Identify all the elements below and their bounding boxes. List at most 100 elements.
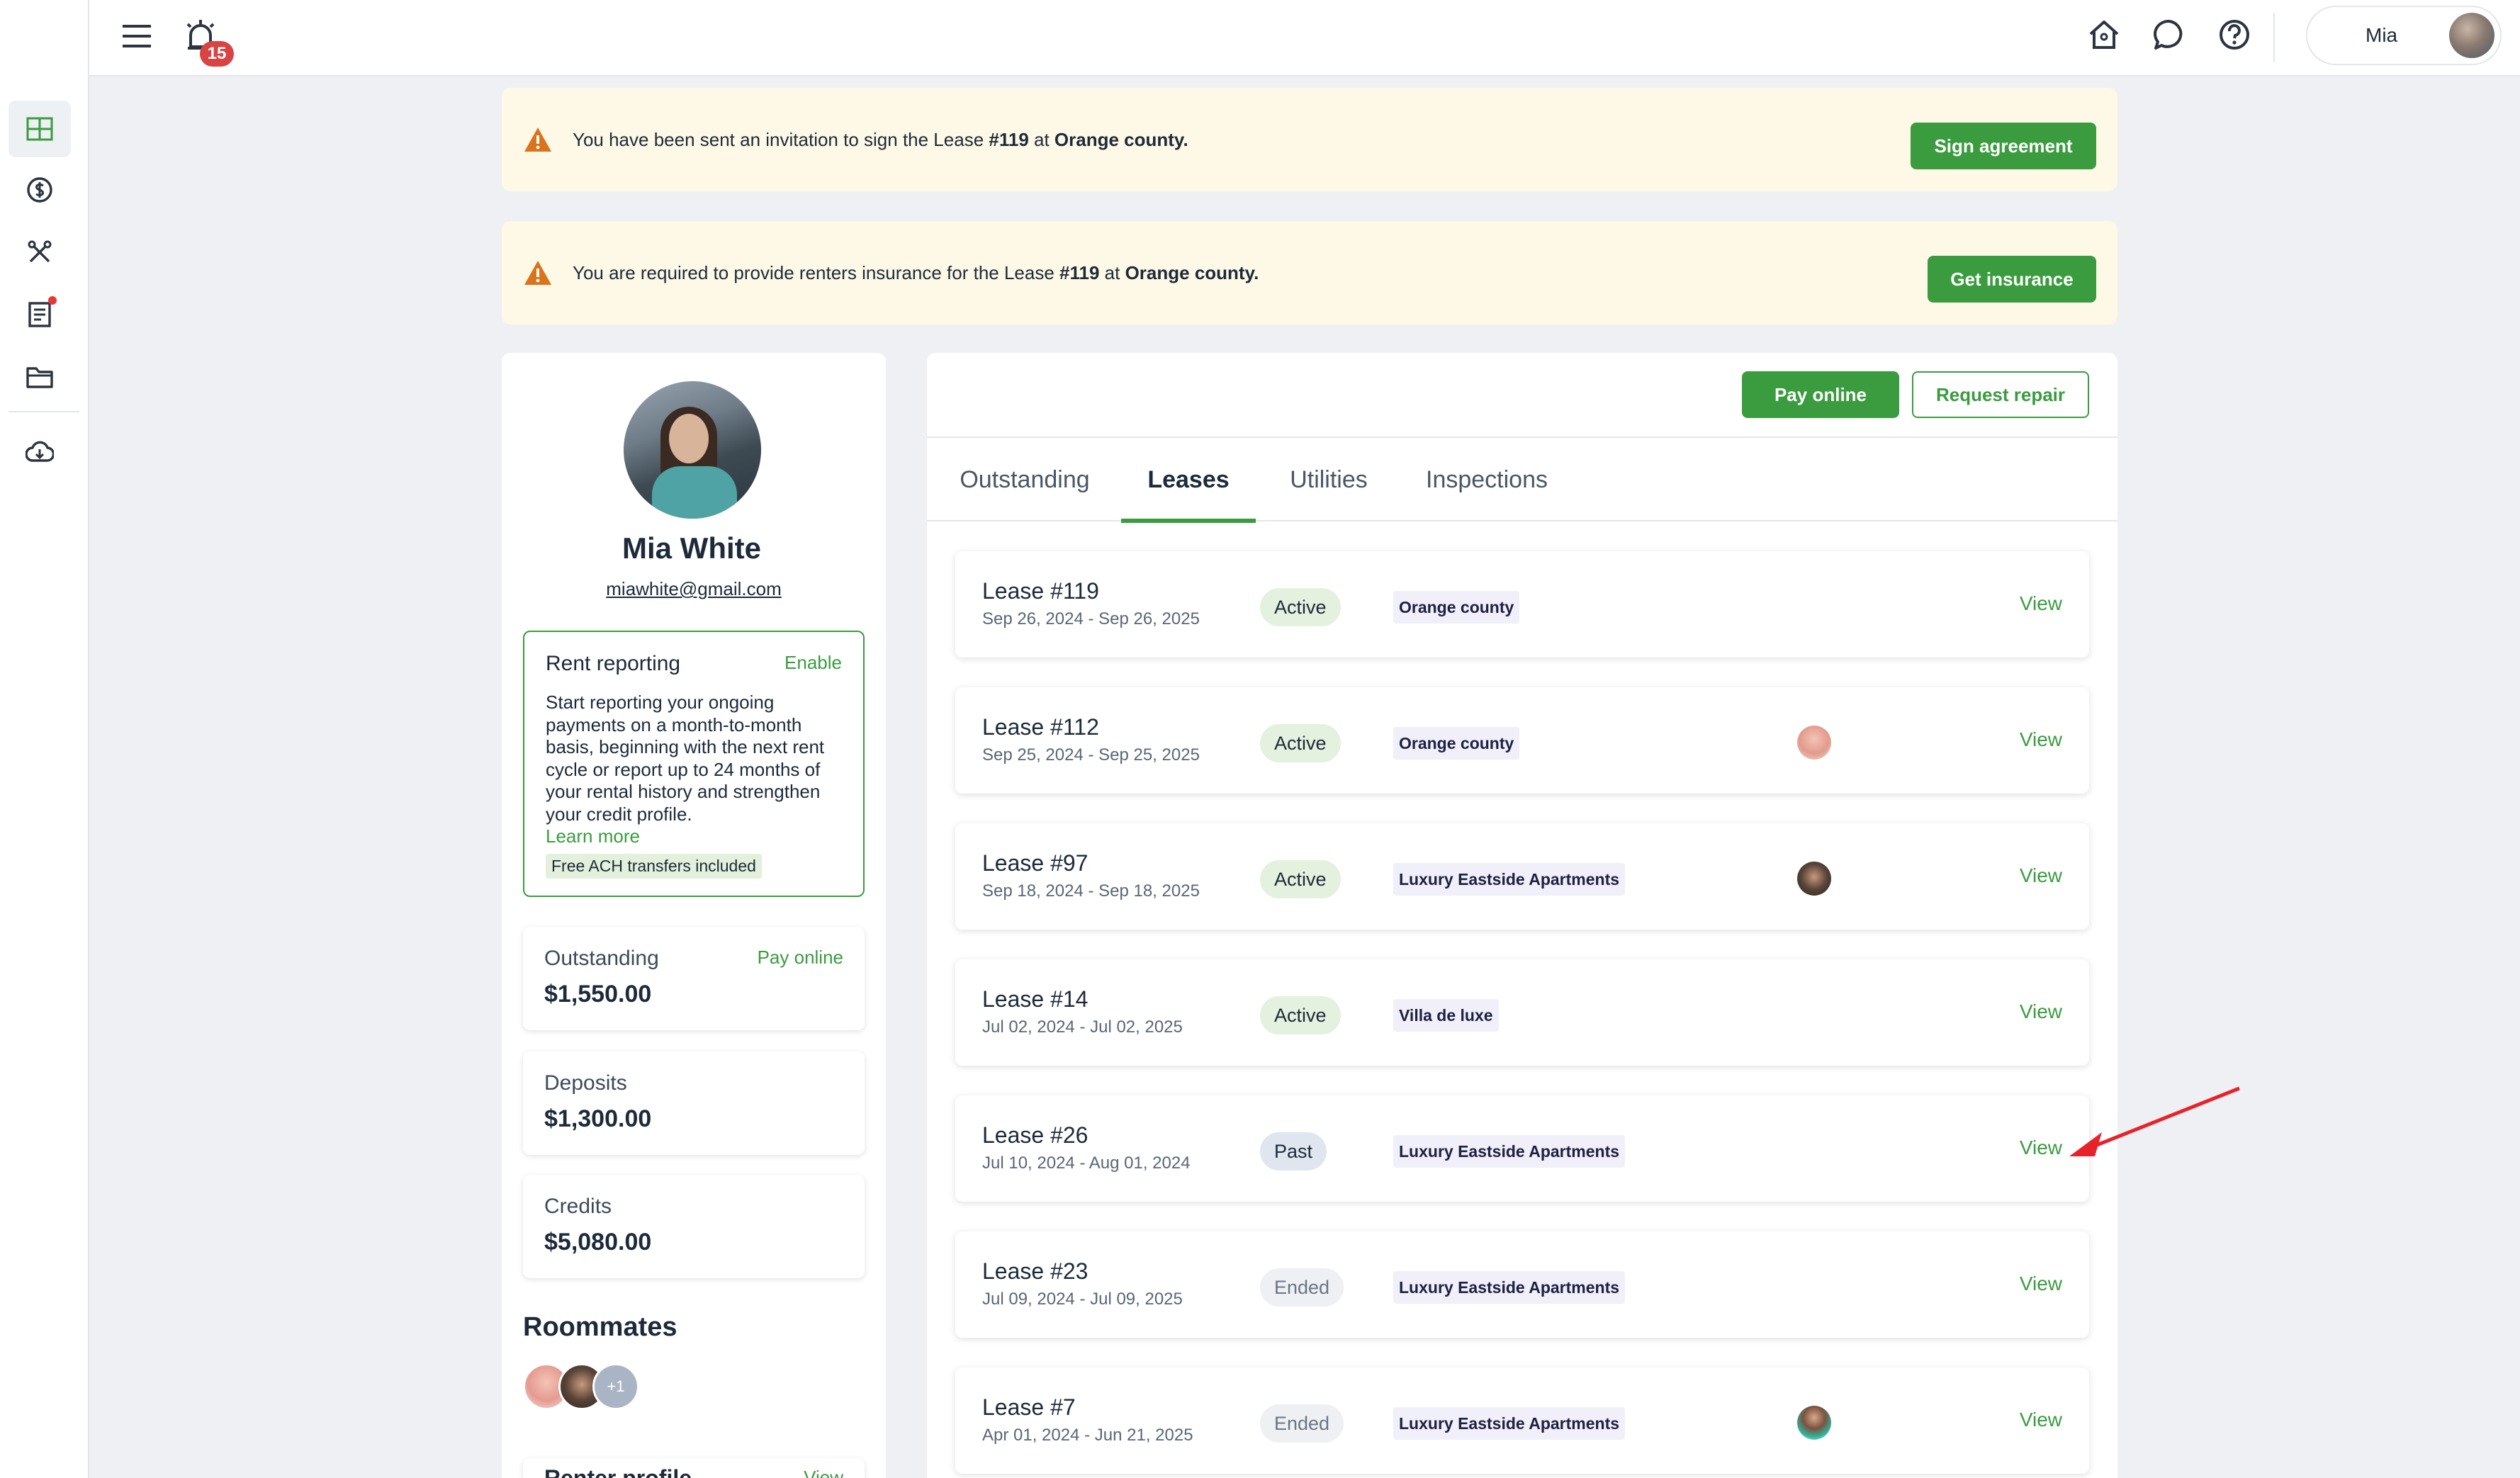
deposits-label: Deposits (544, 1071, 627, 1095)
credits-box: Credits $5,080.00 (523, 1175, 865, 1278)
warning-icon (523, 126, 553, 153)
view-lease-link[interactable]: View (2020, 592, 2062, 615)
lease-dates: Apr 01, 2024 - Jun 21, 2025 (982, 1426, 1193, 1445)
sidebar-header (0, 0, 89, 77)
profile-card: Mia White miawhite@gmail.com Rent report… (502, 353, 886, 1478)
chat-icon[interactable] (2151, 17, 2187, 52)
outstanding-value: $1,550.00 (544, 981, 652, 1008)
download-icon[interactable] (9, 424, 71, 480)
view-lease-link[interactable]: View (2020, 1409, 2062, 1431)
status-badge: Ended (1260, 1268, 1344, 1307)
lease-name[interactable]: Lease #7 (982, 1394, 1076, 1421)
top-bar: 15 Mia (0, 0, 2520, 77)
profile-name: Mia White (622, 531, 761, 565)
status-badge: Active (1260, 996, 1341, 1034)
learn-more-link[interactable]: Learn more (546, 825, 850, 848)
ach-tag: Free ACH transfers included (546, 853, 762, 879)
leases-panel: Pay online Request repair Outstanding Le… (927, 353, 2117, 1478)
tab-bar: Outstanding Leases Utilities Inspections (927, 436, 2117, 523)
user-avatar (2449, 13, 2494, 58)
renter-profile-view-link[interactable]: View (804, 1467, 843, 1478)
insurance-alert: You are required to provide renters insu… (502, 221, 2117, 325)
document-icon[interactable] (9, 286, 71, 343)
home-icon[interactable] (2086, 17, 2122, 52)
property-tag: Luxury Eastside Apartments (1393, 1135, 1626, 1168)
lease-name[interactable]: Lease #26 (982, 1122, 1088, 1149)
credits-value: $5,080.00 (544, 1229, 652, 1256)
menu-icon[interactable] (119, 18, 154, 54)
lease-name[interactable]: Lease #112 (982, 714, 1099, 740)
dollar-icon[interactable] (9, 162, 71, 218)
tab-inspections[interactable]: Inspections (1423, 438, 1551, 521)
lease-row: Lease #119 Sep 26, 2024 - Sep 26, 2025 A… (955, 551, 2089, 658)
property-tag: Orange county (1393, 727, 1520, 760)
rent-reporting-description: Start reporting your ongoing payments on… (546, 692, 850, 848)
sidebar-divider (9, 411, 79, 412)
lease-dates: Sep 26, 2024 - Sep 26, 2025 (982, 609, 1200, 628)
profile-email[interactable]: miawhite@gmail.com (502, 578, 886, 600)
user-name: Mia (2366, 24, 2398, 46)
annotation-arrow (2055, 1084, 2246, 1167)
status-badge: Past (1260, 1132, 1327, 1170)
profile-photo (624, 381, 761, 519)
topbar-divider (2273, 13, 2275, 62)
lease-row: Lease #23 Jul 09, 2024 - Jul 09, 2025 En… (955, 1231, 2089, 1338)
lease-dates: Sep 18, 2024 - Sep 18, 2025 (982, 881, 1200, 901)
lease-dates: Sep 25, 2024 - Sep 25, 2025 (982, 745, 1200, 765)
deposits-box: Deposits $1,300.00 (523, 1051, 865, 1155)
status-badge: Active (1260, 724, 1341, 762)
lease-row: Lease #112 Sep 25, 2024 - Sep 25, 2025 A… (955, 687, 2089, 794)
view-lease-link[interactable]: View (2020, 1000, 2062, 1023)
pay-online-link[interactable]: Pay online (758, 947, 843, 969)
lease-dates: Jul 10, 2024 - Aug 01, 2024 (982, 1153, 1191, 1173)
lease-dates: Jul 09, 2024 - Jul 09, 2025 (982, 1290, 1183, 1309)
status-badge: Active (1260, 860, 1341, 898)
lease-dates: Jul 02, 2024 - Jul 02, 2025 (982, 1017, 1183, 1037)
pay-online-button[interactable]: Pay online (1742, 371, 1899, 418)
property-tag: Orange county (1393, 591, 1520, 624)
enable-rent-reporting-link[interactable]: Enable (784, 652, 842, 674)
renter-profile-label: Renter profile (544, 1465, 692, 1478)
notification-badge[interactable]: 15 (200, 41, 234, 67)
lease-invitation-alert: You have been sent an invitation to sign… (502, 88, 2117, 191)
view-lease-link[interactable]: View (2020, 1273, 2062, 1295)
property-tag: Villa de luxe (1393, 999, 1499, 1032)
sign-agreement-button[interactable]: Sign agreement (1911, 123, 2096, 169)
view-lease-link[interactable]: View (2020, 864, 2062, 887)
lease-name[interactable]: Lease #23 (982, 1258, 1088, 1285)
lease-row: Lease #26 Jul 10, 2024 - Aug 01, 2024 Pa… (955, 1095, 2089, 1202)
tab-leases[interactable]: Leases (1121, 438, 1256, 523)
tab-utilities[interactable]: Utilities (1283, 438, 1375, 521)
user-menu[interactable]: Mia (2306, 6, 2502, 65)
lease-row: Lease #7 Apr 01, 2024 - Jun 21, 2025 End… (955, 1367, 2089, 1474)
property-tag: Luxury Eastside Apartments (1393, 863, 1626, 896)
dashboard-icon[interactable] (9, 101, 71, 157)
warning-icon (523, 259, 553, 286)
tenant-avatar[interactable] (1797, 1406, 1831, 1440)
credits-label: Credits (544, 1195, 612, 1218)
get-insurance-button[interactable]: Get insurance (1928, 256, 2096, 303)
property-tag: Luxury Eastside Apartments (1393, 1271, 1626, 1304)
unread-dot (48, 296, 57, 305)
tenant-avatar[interactable] (1797, 726, 1831, 760)
view-lease-link[interactable]: View (2020, 728, 2062, 751)
rent-reporting-box: Rent reporting Enable Start reporting yo… (523, 631, 865, 897)
property-tag: Luxury Eastside Apartments (1393, 1407, 1626, 1440)
help-icon[interactable] (2217, 17, 2252, 52)
folder-icon[interactable] (9, 349, 71, 405)
deposits-value: $1,300.00 (544, 1105, 652, 1132)
sidebar (0, 77, 89, 1478)
tab-outstanding[interactable]: Outstanding (955, 438, 1094, 521)
status-badge: Active (1260, 588, 1341, 626)
lease-row: Lease #14 Jul 02, 2024 - Jul 02, 2025 Ac… (955, 959, 2089, 1066)
alert-message: You are required to provide renters insu… (573, 261, 1259, 283)
lease-name[interactable]: Lease #119 (982, 578, 1099, 604)
roommates-more-badge[interactable]: +1 (592, 1363, 639, 1410)
outstanding-box: Outstanding $1,550.00 Pay online (523, 927, 865, 1030)
lease-name[interactable]: Lease #97 (982, 850, 1088, 876)
tools-icon[interactable] (9, 224, 71, 281)
request-repair-button[interactable]: Request repair (1912, 371, 2089, 418)
status-badge: Ended (1260, 1404, 1344, 1443)
lease-name[interactable]: Lease #14 (982, 986, 1088, 1012)
tenant-avatar[interactable] (1797, 862, 1831, 896)
